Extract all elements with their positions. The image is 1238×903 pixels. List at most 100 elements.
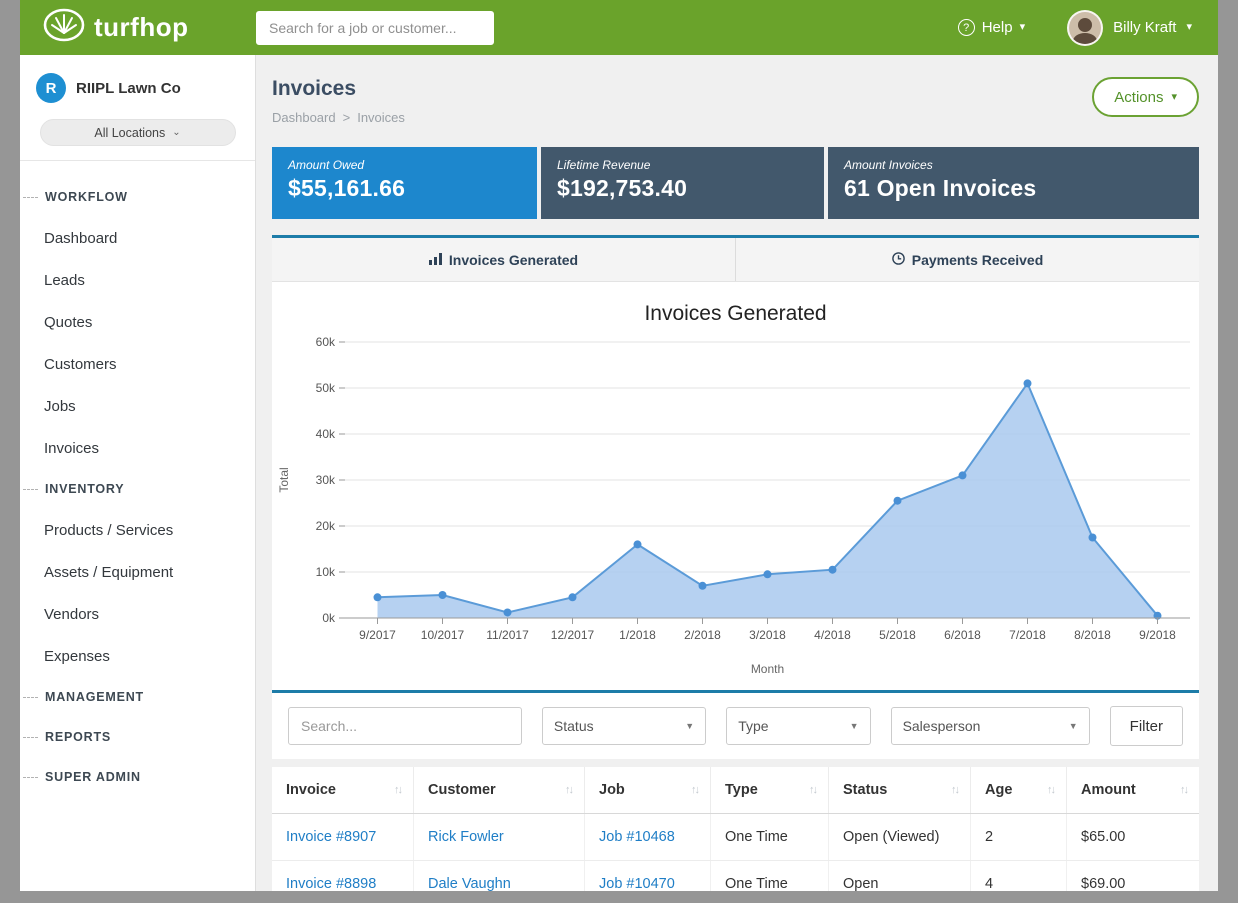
sidebar-item-leads[interactable]: Leads [20, 259, 255, 301]
filter-button[interactable]: Filter [1110, 706, 1183, 746]
column-header-customer[interactable]: Customer↑↓ [414, 767, 585, 813]
sort-icon[interactable]: ↑↓ [691, 784, 698, 796]
actions-button[interactable]: Actions ▾ [1092, 77, 1199, 117]
invoices-table: Invoice↑↓Customer↑↓Job↑↓Type↑↓Status↑↓Ag… [272, 767, 1199, 891]
table-row: Invoice #8907Rick FowlerJob #10468One Ti… [272, 814, 1199, 861]
caret-down-icon: ▾ [1171, 92, 1177, 103]
cell-link-invoice[interactable]: Invoice #8898 [272, 861, 414, 891]
svg-text:10k: 10k [316, 565, 336, 579]
main-content: Invoices Dashboard > Invoices Actions ▾ … [256, 55, 1218, 891]
cell-status: Open (Viewed) [829, 814, 971, 860]
chart-tabs: Invoices Generated Payments Received [272, 235, 1199, 282]
column-header-type[interactable]: Type↑↓ [711, 767, 829, 813]
tree-dash-icon [23, 777, 38, 778]
cell-link-job[interactable]: Job #10468 [585, 814, 711, 860]
cell-link-customer[interactable]: Rick Fowler [414, 814, 585, 860]
navbar-right: ? Help ▾ Billy Kraft ▾ [958, 10, 1218, 46]
sidebar-item-quotes[interactable]: Quotes [20, 301, 255, 343]
cell-amount: $69.00 [1067, 861, 1199, 891]
stat-amount-owed: Amount Owed $55,161.66 [272, 147, 537, 219]
all-locations-dropdown[interactable]: All Locations ⌄ [40, 119, 236, 146]
turfhop-logo-icon [42, 7, 86, 48]
svg-text:1/2018: 1/2018 [619, 628, 656, 642]
chart-panel: Invoices Generated 0k10k20k30k40k50k60k9… [272, 282, 1199, 690]
column-header-age[interactable]: Age↑↓ [971, 767, 1067, 813]
sidebar-item-customers[interactable]: Customers [20, 343, 255, 385]
svg-text:11/2017: 11/2017 [486, 628, 529, 642]
app-window: turfhop ? Help ▾ Billy Kraft ▾ R RIIPL L… [20, 0, 1218, 891]
cell-link-customer[interactable]: Dale Vaughn [414, 861, 585, 891]
sidebar-section-workflow[interactable]: WORKFLOW [20, 177, 255, 217]
breadcrumb-invoices[interactable]: Invoices [357, 110, 405, 125]
brand[interactable]: turfhop [20, 7, 256, 48]
breadcrumb-dashboard[interactable]: Dashboard [272, 110, 336, 125]
help-icon: ? [958, 19, 975, 36]
sort-icon[interactable]: ↑↓ [1180, 784, 1187, 796]
user-name: Billy Kraft [1113, 19, 1176, 36]
table-search-input[interactable] [288, 707, 522, 745]
svg-text:20k: 20k [316, 519, 336, 533]
help-menu[interactable]: ? Help ▾ [958, 19, 1025, 36]
sidebar-item-jobs[interactable]: Jobs [20, 385, 255, 427]
cell-status: Open [829, 861, 971, 891]
sort-icon[interactable]: ↑↓ [951, 784, 958, 796]
sort-icon[interactable]: ↑↓ [1047, 784, 1054, 796]
sort-icon[interactable]: ↑↓ [809, 784, 816, 796]
stat-open-invoices: Amount Invoices 61 Open Invoices [828, 147, 1199, 219]
sidebar-item-dashboard[interactable]: Dashboard [20, 217, 255, 259]
column-header-job[interactable]: Job↑↓ [585, 767, 711, 813]
sidebar-nav: WORKFLOWDashboardLeadsQuotesCustomersJob… [20, 161, 255, 797]
cell-amount: $65.00 [1067, 814, 1199, 860]
user-avatar [1067, 10, 1103, 46]
tree-dash-icon [23, 489, 38, 490]
svg-text:30k: 30k [316, 473, 336, 487]
sidebar: R RIIPL Lawn Co All Locations ⌄ WORKFLOW… [20, 55, 256, 891]
sort-icon[interactable]: ↑↓ [565, 784, 572, 796]
chart-title: Invoices Generated [272, 302, 1199, 326]
sidebar-item-products-services[interactable]: Products / Services [20, 509, 255, 551]
salesperson-select[interactable]: Salesperson ▼ [891, 707, 1090, 745]
sidebar-item-assets-equipment[interactable]: Assets / Equipment [20, 551, 255, 593]
svg-text:7/2018: 7/2018 [1009, 628, 1046, 642]
sidebar-section-reports[interactable]: REPORTS [20, 717, 255, 757]
svg-text:9/2018: 9/2018 [1139, 628, 1176, 642]
column-header-amount[interactable]: Amount↑↓ [1067, 767, 1199, 813]
svg-text:12/2017: 12/2017 [551, 628, 595, 642]
cell-age: 2 [971, 814, 1067, 860]
svg-text:Month: Month [751, 662, 784, 676]
invoices-generated-chart: 0k10k20k30k40k50k60k9/201710/201711/2017… [272, 328, 1199, 680]
column-header-status[interactable]: Status↑↓ [829, 767, 971, 813]
svg-text:40k: 40k [316, 427, 336, 441]
sidebar-section-inventory[interactable]: INVENTORY [20, 469, 255, 509]
sidebar-item-vendors[interactable]: Vendors [20, 593, 255, 635]
svg-text:5/2018: 5/2018 [879, 628, 916, 642]
user-menu[interactable]: Billy Kraft ▾ [1067, 10, 1192, 46]
type-select[interactable]: Type ▼ [726, 707, 870, 745]
tab-invoices-generated[interactable]: Invoices Generated [272, 238, 735, 281]
sidebar-section-management[interactable]: MANAGEMENT [20, 677, 255, 717]
sidebar-section-super-admin[interactable]: SUPER ADMIN [20, 757, 255, 797]
tab-payments-received[interactable]: Payments Received [735, 238, 1199, 281]
breadcrumb-separator: > [343, 110, 351, 125]
caret-down-icon: ▼ [850, 721, 859, 731]
svg-text:3/2018: 3/2018 [749, 628, 786, 642]
status-select[interactable]: Status ▼ [542, 707, 706, 745]
caret-down-icon: ▾ [1186, 22, 1192, 33]
svg-text:4/2018: 4/2018 [814, 628, 851, 642]
svg-text:60k: 60k [316, 335, 336, 349]
page-title: Invoices [272, 77, 405, 101]
sidebar-item-expenses[interactable]: Expenses [20, 635, 255, 677]
cell-link-invoice[interactable]: Invoice #8907 [272, 814, 414, 860]
company-header: R RIIPL Lawn Co [20, 55, 255, 113]
cell-link-job[interactable]: Job #10470 [585, 861, 711, 891]
svg-text:50k: 50k [316, 381, 336, 395]
tree-dash-icon [23, 197, 38, 198]
column-header-invoice[interactable]: Invoice↑↓ [272, 767, 414, 813]
company-logo: R [36, 73, 66, 103]
global-search-input[interactable] [256, 11, 494, 45]
sort-icon[interactable]: ↑↓ [394, 784, 401, 796]
table-row: Invoice #8898Dale VaughnJob #10470One Ti… [272, 861, 1199, 891]
sidebar-item-invoices[interactable]: Invoices [20, 427, 255, 469]
breadcrumb: Dashboard > Invoices [272, 110, 405, 125]
table-body: Invoice #8907Rick FowlerJob #10468One Ti… [272, 814, 1199, 891]
